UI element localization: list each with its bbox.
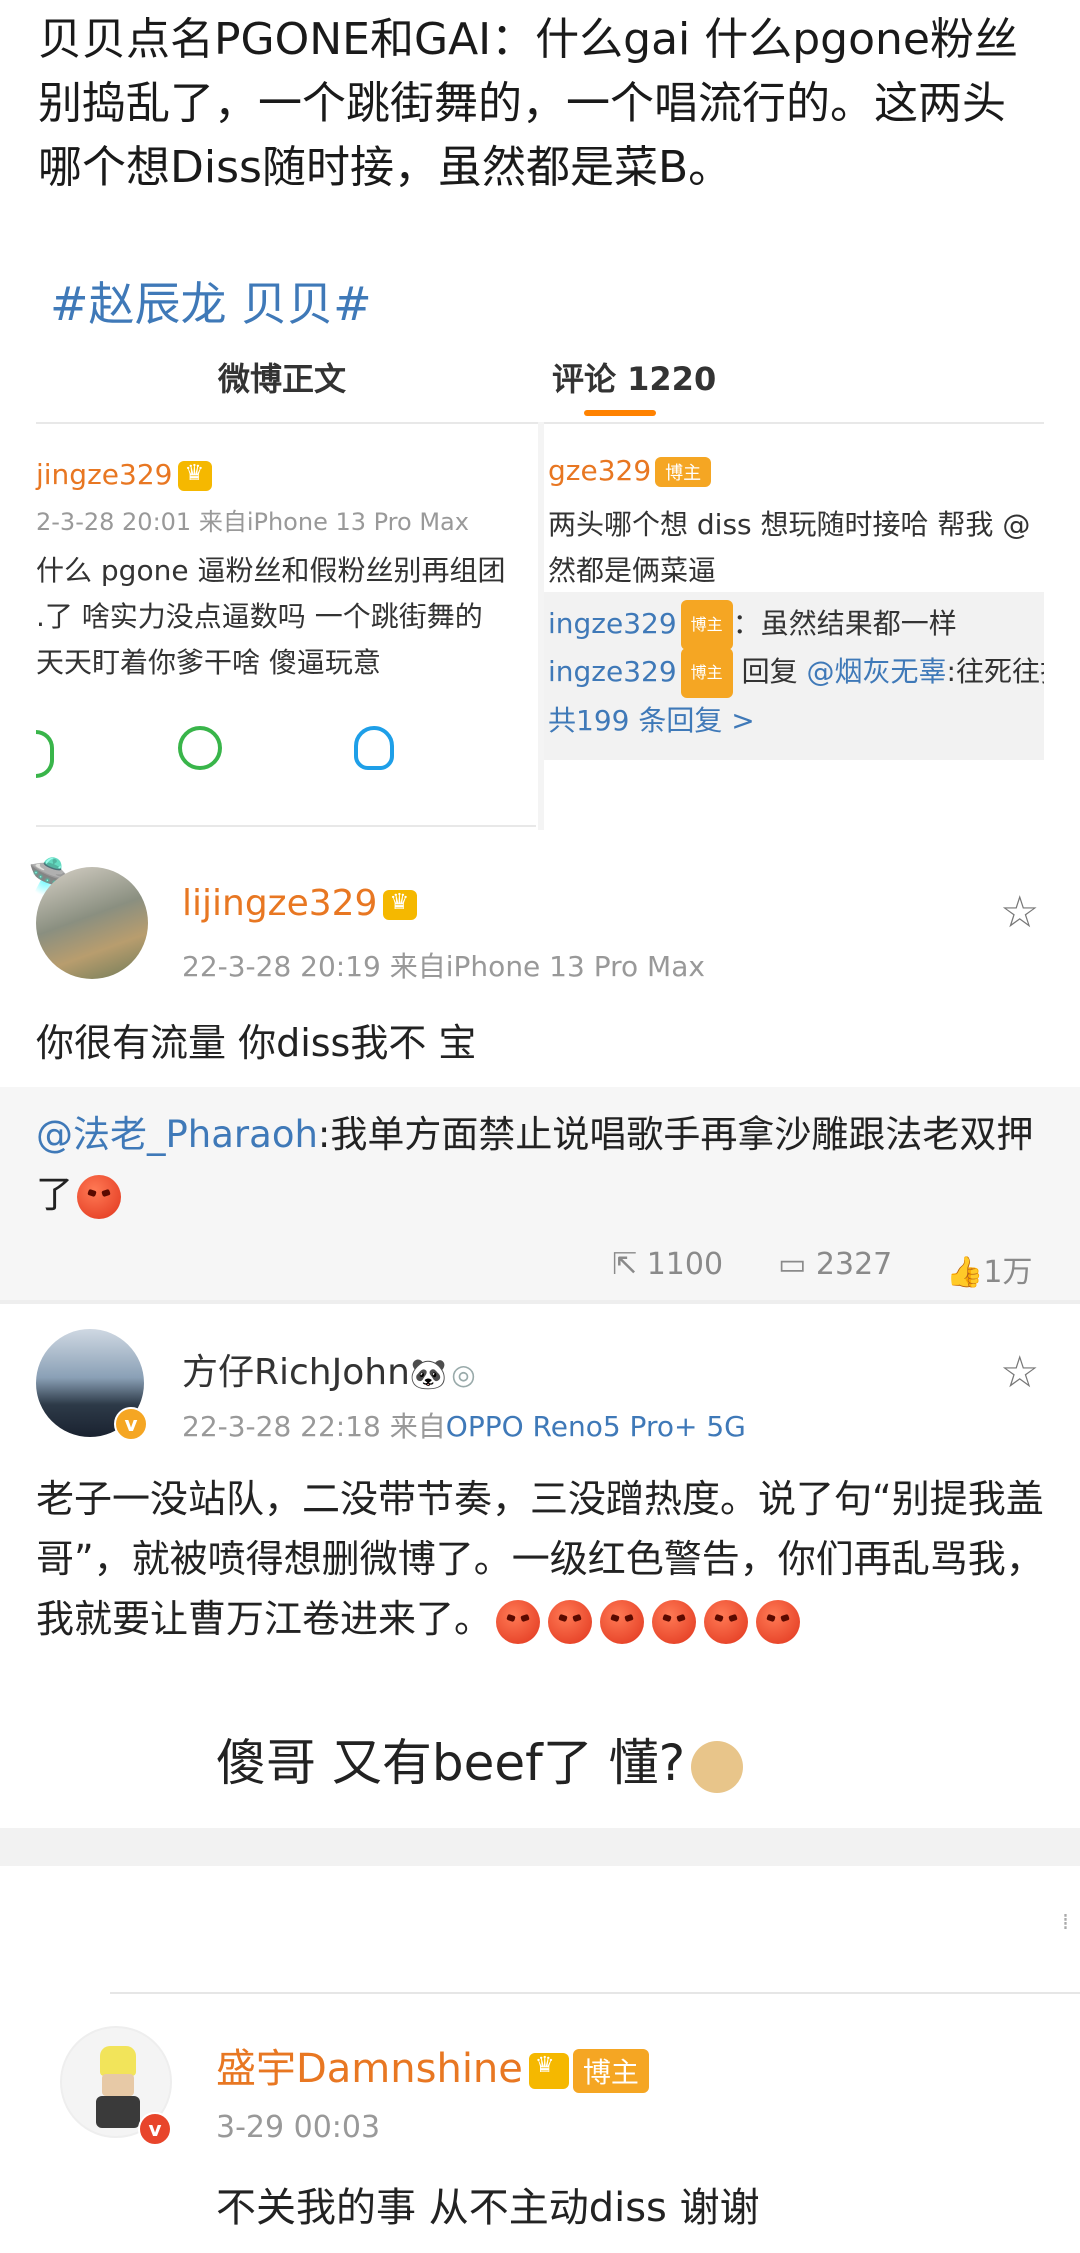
scroll-indicator[interactable]: ⁞ xyxy=(1062,1910,1069,1935)
bozhu-badge: 博主 xyxy=(680,648,733,698)
separator xyxy=(0,1300,1080,1304)
comment-body: 不关我的事 从不主动diss 谢谢 xyxy=(216,2185,760,2231)
angry-emoji-icon xyxy=(77,1174,121,1219)
verified-badge-icon: v xyxy=(114,1407,148,1441)
reply-item: ingze329博主 回复 @烟灰无辜:往死往打 xyxy=(548,648,1044,698)
angry-emoji-icon xyxy=(756,1599,801,1644)
comment-meta: 22-3-28 22:18 来自OPPO Reno5 Pro+ 5G xyxy=(182,1405,746,1445)
bozhu-badge: 博主 xyxy=(680,600,733,650)
moments-icon[interactable] xyxy=(178,726,222,770)
like-count: 1万 xyxy=(983,1255,1033,1290)
avatar-hat xyxy=(100,2046,136,2076)
left-post-text: 什么 pgone 逼粉丝和假粉丝别再组团 .了 啥实力没点逼数吗 一个跳街舞的 … xyxy=(36,548,505,686)
comment-username[interactable]: 方仔RichJohn🐼 ◎ xyxy=(182,1343,476,1395)
post-text: 贝贝点名PGONE和GAI：什么gai 什么pgone粉丝别捣乱了，一个跳街舞的… xyxy=(38,14,1018,193)
reply-user[interactable]: ingze329 xyxy=(548,655,677,688)
reply-mention[interactable]: @烟灰无辜 xyxy=(807,655,947,688)
left-post-user[interactable]: jingze329 xyxy=(36,458,213,491)
tab-underline xyxy=(584,410,656,416)
share-icon-partial[interactable] xyxy=(36,730,54,778)
vip-crown-icon xyxy=(178,461,213,491)
comment-button[interactable]: ▭ 2327 xyxy=(778,1247,892,1282)
right-post-card: gze329 博主 两头哪个想 diss 想玩随时接哈 帮我 @ 然都是俩菜逼 i… xyxy=(544,430,1044,830)
angry-emoji-icon xyxy=(496,1599,541,1644)
angry-emoji-icon xyxy=(600,1599,645,1644)
tab-comments[interactable]: 评论 1220 xyxy=(552,354,716,400)
repost-count: 1100 xyxy=(646,1247,724,1282)
reply-user[interactable]: ingze329 xyxy=(548,607,677,640)
medal-icon: ◎ xyxy=(451,1358,476,1391)
quoted-text: @法老_Pharaoh:我单方面禁止说唱歌手再拿沙雕跟法老双押了 xyxy=(36,1105,1046,1225)
more-replies-link[interactable]: 共199 条回复 > xyxy=(548,698,755,744)
comment-card: v 盛宇Damnshine博主 3-29 00:03 不关我的事 从不主动dis… xyxy=(0,2000,1080,2253)
comment-username[interactable]: lijingze329 xyxy=(182,883,418,924)
repost-icon: ⇱ xyxy=(612,1247,638,1282)
comment-date: 22-3-28 22:18 来自 xyxy=(182,1410,446,1443)
tab-weibo-body[interactable]: 微博正文 xyxy=(218,354,346,400)
quoted-post[interactable]: @法老_Pharaoh:我单方面禁止说唱歌手再拿沙雕跟法老双押了 ⇱ 1100 … xyxy=(0,1087,1080,1300)
comment-card: v 方仔RichJohn🐼 ◎ 22-3-28 22:18 来自OPPO Reno… xyxy=(0,1305,1080,1825)
reply-item: ingze329 博主 ：虽然结果都一样 xyxy=(548,600,957,650)
comment-card: 🛸 lijingze329 22-3-28 20:19 来自iPhone 13 … xyxy=(0,845,1080,1300)
vip-crown-icon xyxy=(383,890,418,920)
left-post-line: 什么 pgone 逼粉丝和假粉丝别再组团 xyxy=(36,554,506,587)
avatar-face xyxy=(102,2074,134,2096)
repost-button[interactable]: ⇱ 1100 xyxy=(612,1247,723,1282)
thumbs-up-icon: 👍 xyxy=(946,1255,984,1290)
qq-icon[interactable] xyxy=(354,726,394,770)
mention-link[interactable]: @法老_Pharaoh xyxy=(36,1113,318,1156)
left-post-line: .了 啥实力没点逼数吗 一个跳街舞的 xyxy=(36,600,483,633)
star-icon[interactable]: ☆ xyxy=(1000,887,1039,938)
reply-text: :往死往打 xyxy=(946,655,1044,688)
left-bottom-divider xyxy=(36,825,536,827)
hashtag-link[interactable]: #赵辰龙 贝贝# xyxy=(50,268,372,334)
like-button[interactable]: 👍1万 xyxy=(946,1247,1032,1291)
doge-emoji-icon xyxy=(691,1740,744,1793)
reply-preview[interactable]: ingze329 博主 ：虽然结果都一样 ingze329 博主 回复 @烟灰无辜:往… xyxy=(544,592,1044,760)
embedded-screenshot: 微博正文 评论 1220 jingze329 2-3-28 20:01 来自iP… xyxy=(36,330,1044,830)
left-post-card: jingze329 2-3-28 20:01 来自iPhone 13 Pro M… xyxy=(36,430,536,830)
meme-caption: 傻哥 又有beef了 懂? xyxy=(216,1723,744,1795)
comment-count: 2327 xyxy=(815,1247,893,1282)
comment-meta: 3-29 00:03 xyxy=(216,2110,381,2145)
device-link[interactable]: OPPO Reno5 Pro+ 5G xyxy=(446,1410,746,1443)
right-post-text: 两头哪个想 diss 想玩随时接哈 帮我 @ 然都是俩菜逼 xyxy=(548,502,1030,594)
bozhu-badge: 博主 xyxy=(655,457,712,487)
avatar-body xyxy=(96,2096,140,2128)
star-icon[interactable]: ☆ xyxy=(1000,1347,1039,1398)
right-post-line: 两头哪个想 diss 想玩随时接哈 帮我 @ xyxy=(548,508,1031,541)
right-post-user[interactable]: gze329 博主 xyxy=(548,454,712,487)
comment-icon: ▭ xyxy=(778,1247,807,1282)
comment-meta: 22-3-28 20:19 来自iPhone 13 Pro Max xyxy=(182,950,705,983)
verified-badge-icon: v xyxy=(138,2112,172,2146)
right-post-line: 然都是俩菜逼 xyxy=(548,554,717,587)
comment-username[interactable]: 盛宇Damnshine博主 xyxy=(216,2036,649,2094)
angry-emoji-icon xyxy=(704,1599,749,1644)
angry-emoji-icon xyxy=(548,1599,593,1644)
reply-text: 回复 xyxy=(732,655,807,688)
reply-text: ：虽然结果都一样 xyxy=(732,607,957,640)
left-post-meta: 2-3-28 20:01 来自iPhone 13 Pro Max xyxy=(36,508,469,536)
section-separator xyxy=(0,1828,1080,1866)
comment-body: 你很有流量 你diss我不 宝 xyxy=(36,1021,477,1065)
left-post-line: 天天盯着你爹干啥 傻逼玩意 xyxy=(36,646,381,679)
caption-text: 傻哥 又有beef了 懂? xyxy=(216,1734,686,1792)
comment-body: 老子一没站队，二没带节奏，三没蹭热度。说了句“别提我盖哥”，就被喷得想删微博了。… xyxy=(36,1469,1046,1649)
thread-divider xyxy=(110,1992,1080,1994)
avatar[interactable] xyxy=(36,867,148,979)
panda-icon: 🐼 xyxy=(409,1357,448,1392)
comment-body-text: 老子一没站队，二没带节奏，三没蹭热度。说了句“别提我盖哥”，就被喷得想删微博了。… xyxy=(36,1477,1044,1641)
bozhu-badge: 博主 xyxy=(572,2049,649,2093)
angry-emoji-icon xyxy=(652,1599,697,1644)
vip-crown-icon xyxy=(528,2053,569,2089)
